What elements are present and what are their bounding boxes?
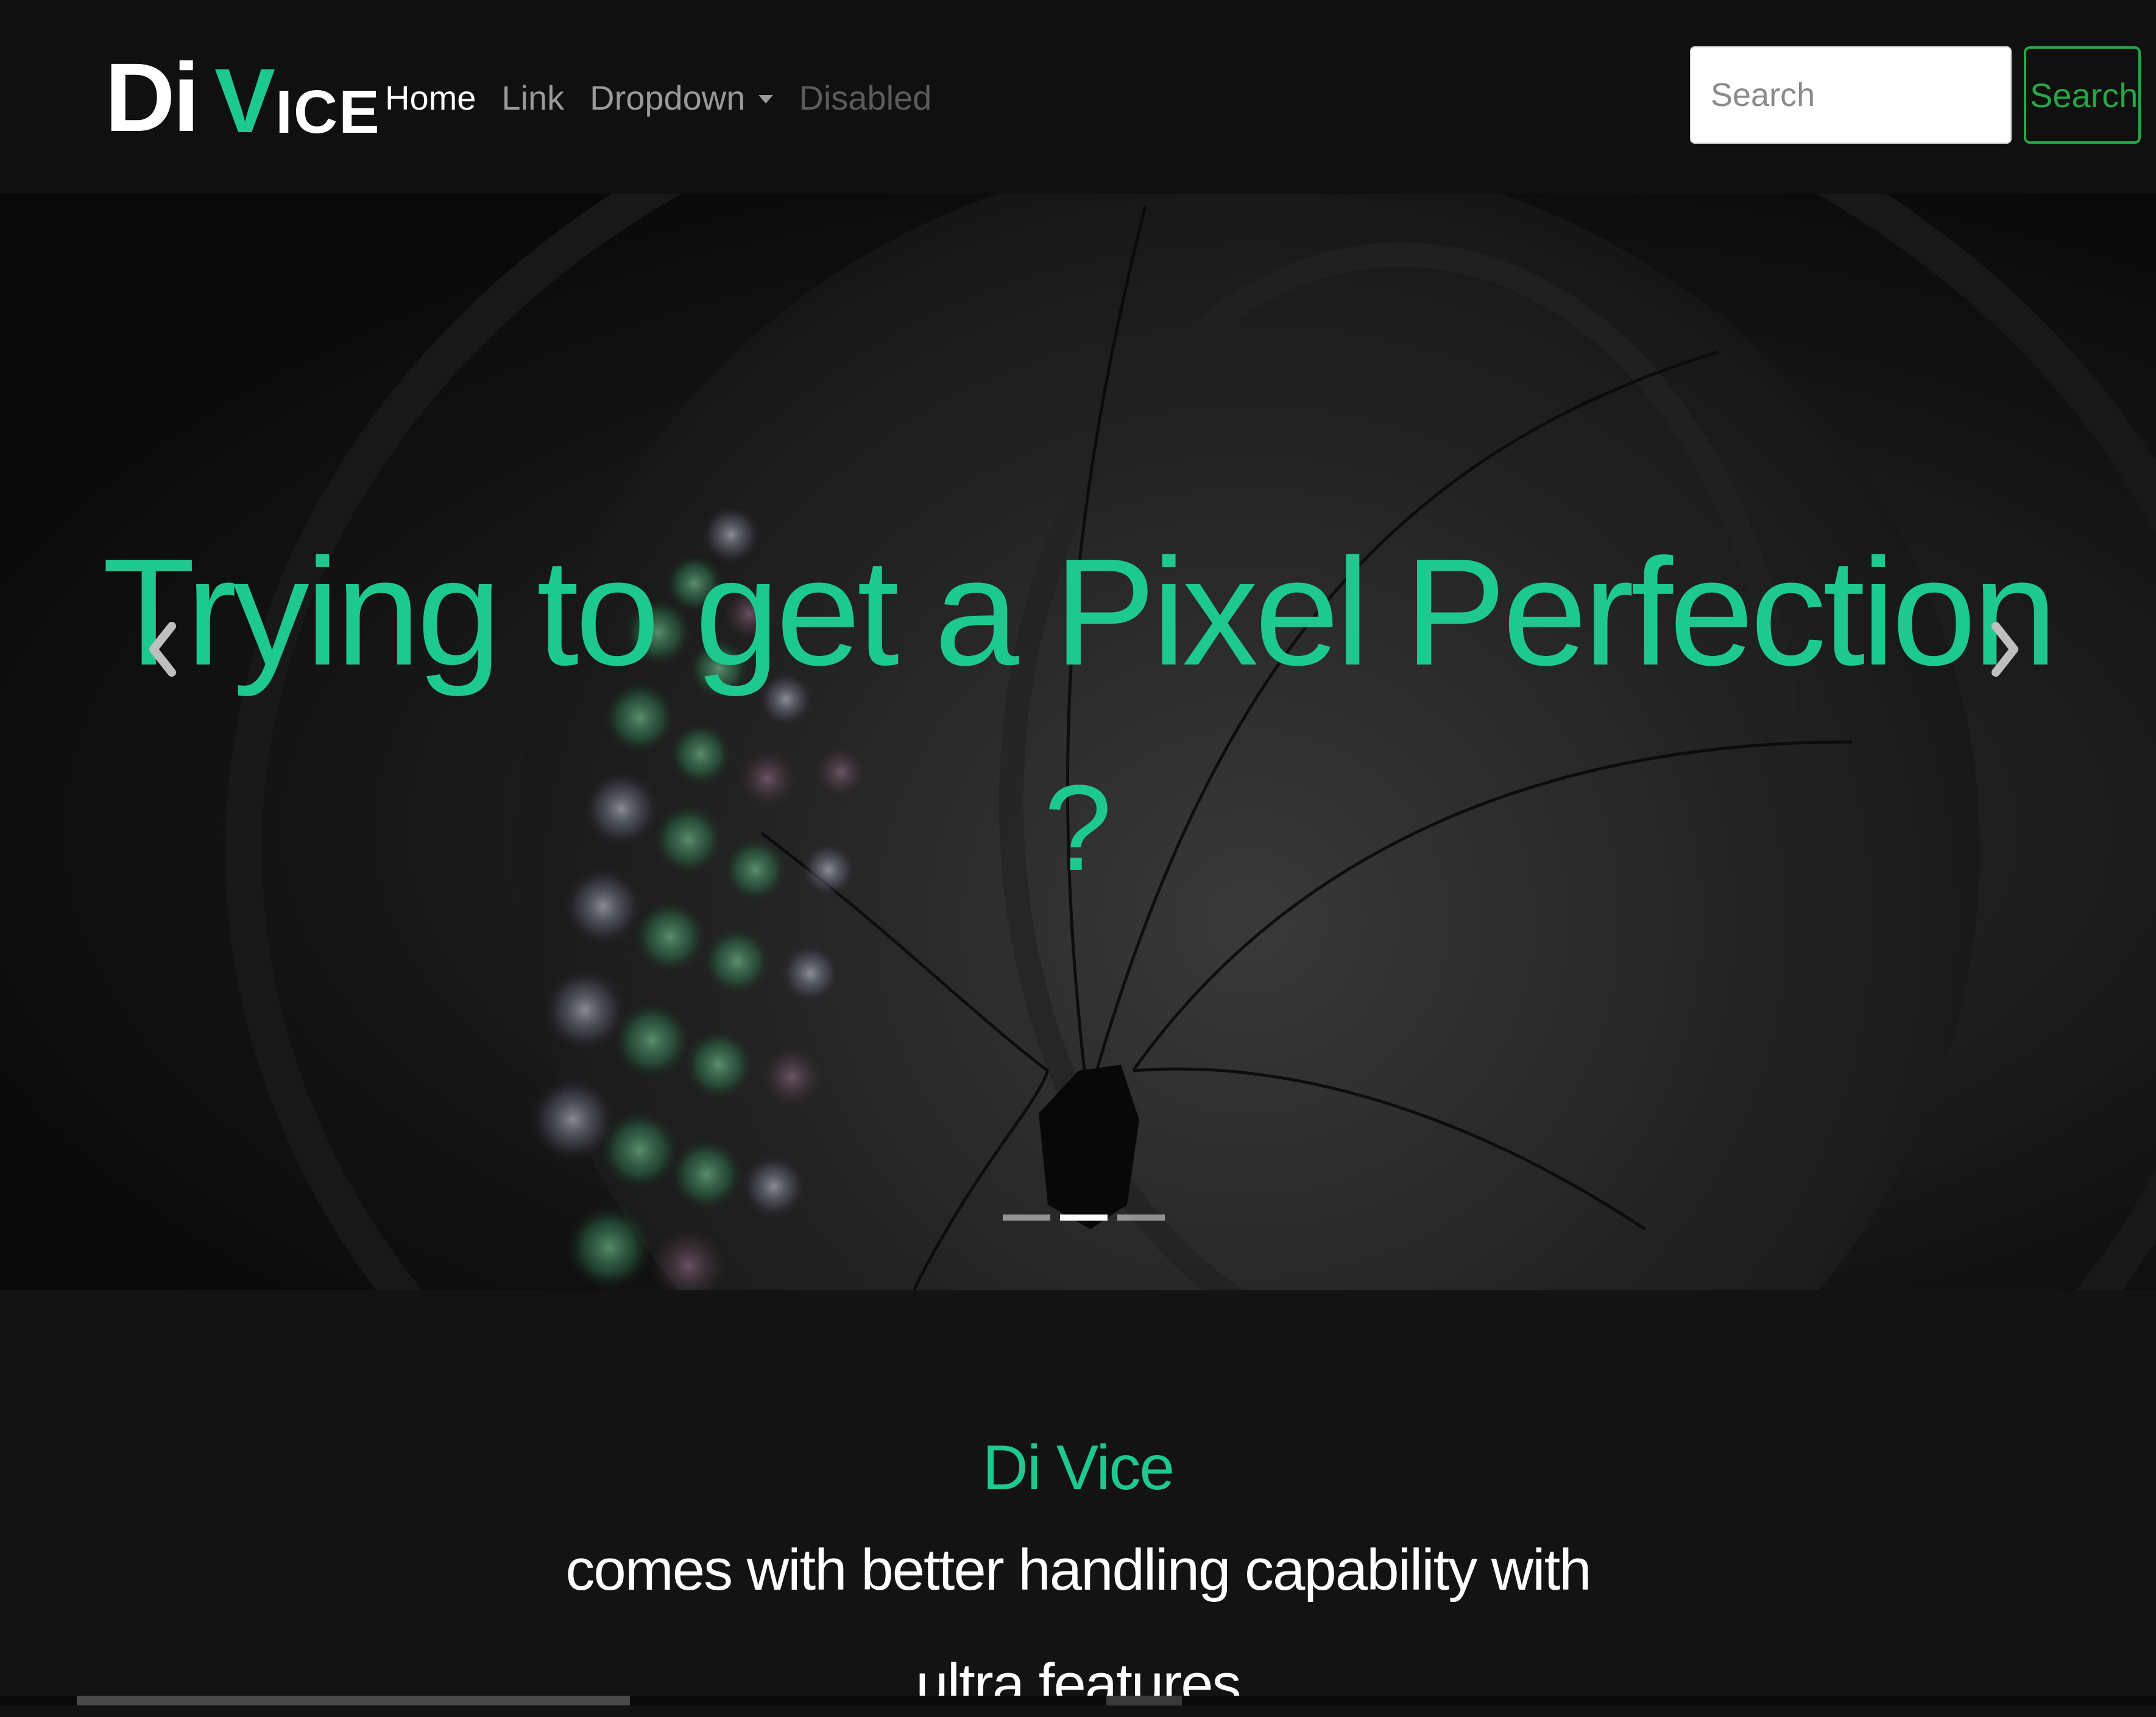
search-input[interactable] — [1690, 46, 2012, 144]
nav-links: Home Link Dropdown Disabled — [385, 67, 957, 128]
hero-carousel: Trying to get a Pixel Perfection ? — [0, 194, 2156, 1290]
navbar: Di V ICE Home Link Dropdown Disabled Sea… — [0, 0, 2156, 194]
about-text-line-1: comes with better handling capability wi… — [565, 1537, 1591, 1602]
carousel-indicator-2[interactable] — [1060, 1215, 1108, 1221]
nav-item-disabled: Disabled — [799, 78, 932, 117]
horizontal-scrollbar-marker — [1106, 1696, 1182, 1705]
brand-logo-part-ice: ICE — [275, 78, 381, 146]
nav-item-dropdown-label: Dropdown — [590, 78, 746, 117]
chevron-right-icon — [1992, 622, 2018, 677]
caret-down-icon — [758, 94, 774, 104]
hero-title: Trying to get a Pixel Perfection — [102, 527, 2057, 697]
horizontal-scrollbar-thumb[interactable] — [77, 1696, 630, 1705]
search-button[interactable]: Search — [2024, 46, 2141, 144]
brand-logo-part-v: V — [214, 49, 276, 152]
chevron-left-icon — [149, 622, 176, 677]
carousel-next-button[interactable] — [1962, 607, 2047, 692]
camera-lens-image — [0, 194, 2156, 1290]
about-title: Di Vice — [982, 1433, 1175, 1503]
nav-item-link[interactable]: Link — [501, 78, 564, 118]
brand-logo-part-di: Di — [105, 43, 200, 152]
carousel-prev-button[interactable] — [121, 607, 206, 692]
carousel-indicators — [1003, 1215, 1165, 1221]
hero-question-mark: ? — [1044, 760, 1112, 896]
brand-logo[interactable]: Di V ICE — [105, 43, 381, 152]
carousel-indicator-1[interactable] — [1003, 1215, 1050, 1221]
carousel-indicator-3[interactable] — [1117, 1215, 1165, 1221]
nav-item-home[interactable]: Home — [385, 78, 476, 118]
about-section: Di Vice comes with better handling capab… — [0, 1290, 2156, 1714]
nav-item-dropdown[interactable]: Dropdown — [590, 78, 774, 118]
